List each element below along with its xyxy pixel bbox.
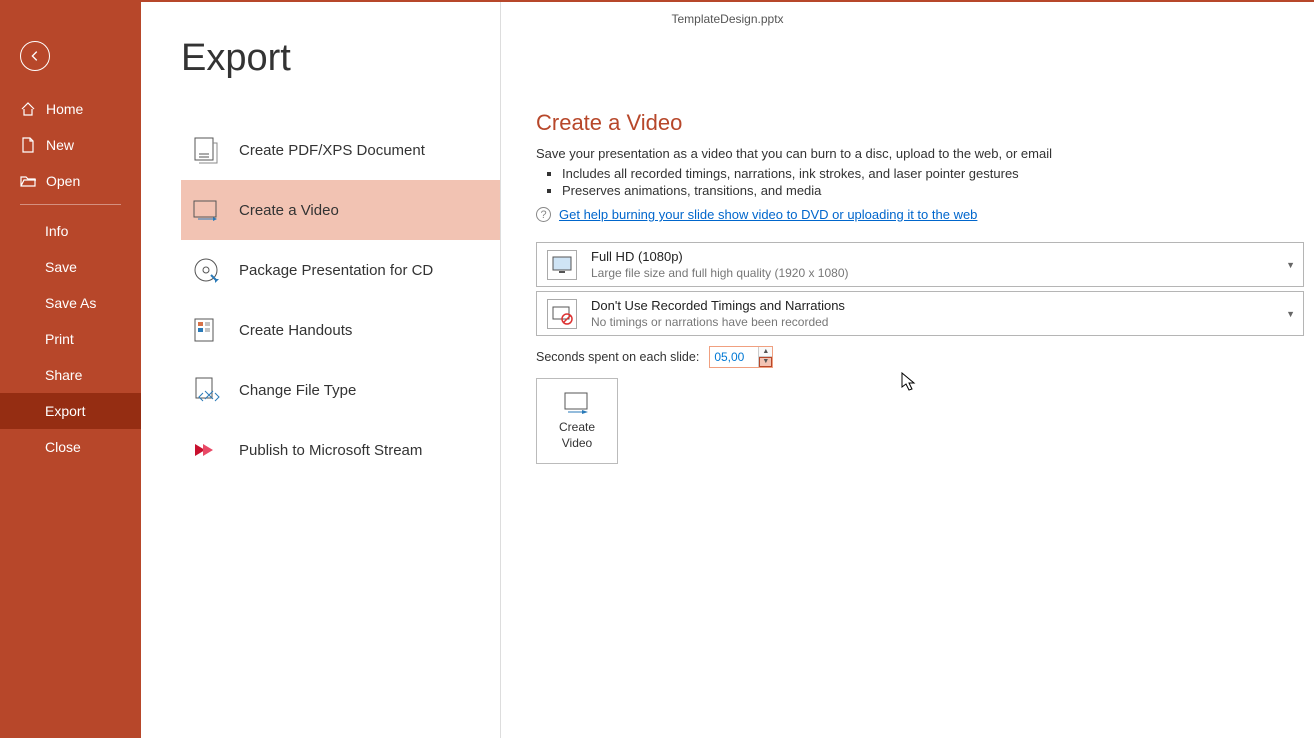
- quality-main: Full HD (1080p): [591, 249, 849, 264]
- open-icon: [20, 173, 36, 189]
- help-link[interactable]: Get help burning your slide show video t…: [559, 207, 977, 222]
- export-opt-filetype[interactable]: Change File Type: [181, 360, 500, 420]
- export-heading: Export: [181, 37, 500, 80]
- export-opt-handouts[interactable]: Create Handouts: [181, 300, 500, 360]
- export-opt-pdf-label: Create PDF/XPS Document: [239, 142, 425, 159]
- nav-save-as[interactable]: Save As: [0, 285, 141, 321]
- export-opt-filetype-label: Change File Type: [239, 382, 356, 399]
- monitor-icon: [547, 250, 577, 280]
- export-opt-cd[interactable]: Package Presentation for CD: [181, 240, 500, 300]
- timings-sub: No timings or narrations have been recor…: [591, 315, 845, 329]
- chevron-down-icon: ▼: [1286, 309, 1295, 319]
- panel-bullets: Includes all recorded timings, narration…: [562, 165, 1304, 199]
- timings-dropdown[interactable]: Don't Use Recorded Timings and Narration…: [536, 291, 1304, 336]
- bullet-1: Includes all recorded timings, narration…: [562, 165, 1304, 182]
- panel-title: Create a Video: [536, 110, 1304, 136]
- export-opt-handouts-label: Create Handouts: [239, 322, 352, 339]
- export-options-column: Export Create PDF/XPS Document Create a …: [141, 2, 500, 738]
- chevron-down-icon: ▼: [1286, 260, 1295, 270]
- timings-main: Don't Use Recorded Timings and Narration…: [591, 298, 845, 313]
- timings-text: Don't Use Recorded Timings and Narration…: [591, 298, 845, 329]
- bullet-2: Preserves animations, transitions, and m…: [562, 182, 1304, 199]
- arrow-left-icon: [28, 49, 42, 63]
- seconds-input[interactable]: [710, 347, 758, 367]
- backstage-sidebar: Home New Open Info Save Save As Print Sh…: [0, 2, 141, 738]
- spinner-up[interactable]: ▲: [759, 347, 772, 357]
- pdf-icon: [191, 135, 221, 165]
- nav-export[interactable]: Export: [0, 393, 141, 429]
- export-opt-pdf[interactable]: Create PDF/XPS Document: [181, 120, 500, 180]
- export-opt-stream-label: Publish to Microsoft Stream: [239, 442, 422, 459]
- quality-sub: Large file size and full high quality (1…: [591, 266, 849, 280]
- seconds-row: Seconds spent on each slide: ▲ ▼: [536, 346, 1304, 368]
- help-icon: ?: [536, 207, 551, 222]
- cd-icon: [191, 255, 221, 285]
- export-opt-stream[interactable]: Publish to Microsoft Stream: [181, 420, 500, 480]
- create-video-icon: [562, 390, 592, 416]
- create-video-button[interactable]: Create Video: [536, 378, 618, 464]
- no-timings-icon: [547, 299, 577, 329]
- panel-desc: Save your presentation as a video that y…: [536, 146, 1304, 161]
- help-row: ? Get help burning your slide show video…: [536, 207, 1304, 222]
- stream-icon: [191, 435, 221, 465]
- nav-home[interactable]: Home: [0, 91, 141, 127]
- nav-print[interactable]: Print: [0, 321, 141, 357]
- export-opt-video-label: Create a Video: [239, 202, 339, 219]
- home-icon: [20, 101, 36, 117]
- seconds-spinner[interactable]: ▲ ▼: [709, 346, 773, 368]
- document-title: TemplateDesign.pptx: [141, 12, 1314, 26]
- nav-new-label: New: [46, 137, 74, 153]
- spinner-down[interactable]: ▼: [759, 357, 772, 367]
- nav-new[interactable]: New: [0, 127, 141, 163]
- nav-open-label: Open: [46, 173, 80, 189]
- export-detail-pane: Create a Video Save your presentation as…: [500, 2, 1314, 738]
- content-area: TemplateDesign.pptx Export Create PDF/XP…: [141, 2, 1314, 738]
- create-video-text: Create Video: [559, 420, 595, 451]
- nav-save[interactable]: Save: [0, 249, 141, 285]
- video-icon: [191, 195, 221, 225]
- seconds-label: Seconds spent on each slide:: [536, 350, 699, 364]
- nav-share[interactable]: Share: [0, 357, 141, 393]
- new-icon: [20, 137, 36, 153]
- quality-text: Full HD (1080p) Large file size and full…: [591, 249, 849, 280]
- export-opt-video[interactable]: Create a Video: [181, 180, 500, 240]
- export-opt-cd-label: Package Presentation for CD: [239, 262, 433, 279]
- nav-home-label: Home: [46, 101, 83, 117]
- handouts-icon: [191, 315, 221, 345]
- nav-close[interactable]: Close: [0, 429, 141, 465]
- spinner-buttons: ▲ ▼: [758, 347, 772, 367]
- nav-separator: [20, 204, 121, 205]
- nav-info[interactable]: Info: [0, 213, 141, 249]
- quality-dropdown[interactable]: Full HD (1080p) Large file size and full…: [536, 242, 1304, 287]
- filetype-icon: [191, 375, 221, 405]
- back-button[interactable]: [20, 41, 50, 71]
- nav-open[interactable]: Open: [0, 163, 141, 199]
